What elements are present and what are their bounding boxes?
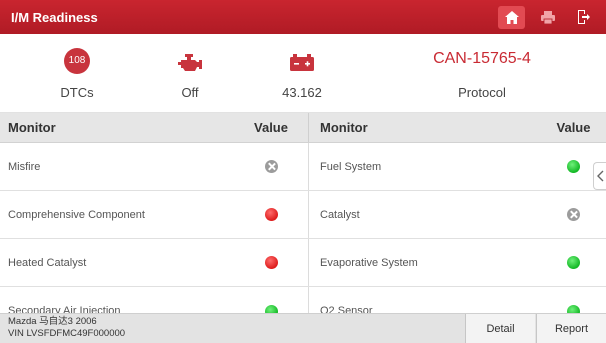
mil-status: Off bbox=[181, 85, 199, 100]
dtc-count-badge: 108 bbox=[64, 48, 90, 74]
summary-panel: 108 DTCs Off 43.162 CAN-15765-4 Protocol bbox=[0, 34, 606, 113]
readiness-table: Monitor Value Monitor Value Misfire Fuel… bbox=[0, 113, 606, 335]
header-value-left: Value bbox=[234, 113, 309, 142]
vehicle-vin: VIN LVSFDFMC49F000000 bbox=[8, 328, 126, 339]
protocol-value: CAN-15765-4 bbox=[433, 50, 531, 67]
page-title: I/M Readiness bbox=[11, 9, 98, 25]
incomplete-status-icon bbox=[264, 256, 278, 269]
vehicle-model: Mazda 马自达3 2006 bbox=[8, 316, 97, 327]
voltage-summary: 43.162 bbox=[262, 34, 342, 113]
battery-voltage: 43.162 bbox=[282, 85, 322, 100]
home-icon bbox=[504, 10, 519, 24]
header-value-right: Value bbox=[556, 120, 591, 135]
monitor-name: Catalyst bbox=[320, 208, 360, 221]
incomplete-status-icon bbox=[264, 208, 278, 221]
chevron-left-icon bbox=[596, 170, 603, 182]
monitor-name: Evaporative System bbox=[320, 256, 418, 269]
print-button[interactable] bbox=[534, 6, 561, 29]
table-header: Monitor Value Monitor Value bbox=[0, 113, 606, 143]
monitor-name: Heated Catalyst bbox=[8, 256, 87, 269]
complete-status-icon bbox=[567, 160, 580, 173]
mil-summary: Off bbox=[155, 34, 225, 113]
engine-icon bbox=[178, 54, 202, 71]
table-row: Heated Catalyst Evaporative System bbox=[0, 239, 606, 287]
not-supported-icon bbox=[264, 160, 278, 173]
footer-bar: Mazda 马自达3 2006 VIN LVSFDFMC49F000000 De… bbox=[0, 313, 606, 343]
protocol-label: Protocol bbox=[458, 85, 506, 100]
side-panel-toggle[interactable] bbox=[593, 162, 606, 190]
vehicle-info: Mazda 马自达3 2006 VIN LVSFDFMC49F000000 bbox=[0, 314, 465, 343]
table-row: Misfire Fuel System bbox=[0, 143, 606, 191]
not-supported-icon bbox=[567, 208, 580, 221]
report-button[interactable]: Report bbox=[536, 314, 606, 343]
protocol-summary: CAN-15765-4 Protocol bbox=[412, 34, 552, 113]
monitor-name: Misfire bbox=[8, 160, 41, 173]
battery-icon bbox=[290, 54, 314, 71]
table-row: Comprehensive Component Catalyst bbox=[0, 191, 606, 239]
detail-button[interactable]: Detail bbox=[465, 314, 535, 343]
dtc-label: DTCs bbox=[60, 85, 94, 100]
header-monitor-left: Monitor bbox=[8, 120, 56, 135]
home-button[interactable] bbox=[498, 5, 525, 29]
title-bar: I/M Readiness bbox=[0, 0, 606, 34]
exit-button[interactable] bbox=[570, 6, 597, 29]
dtc-summary: 108 DTCs bbox=[37, 34, 117, 113]
exit-icon bbox=[578, 10, 590, 24]
monitor-name: Comprehensive Component bbox=[8, 208, 145, 221]
complete-status-icon bbox=[567, 256, 580, 269]
header-monitor-right: Monitor bbox=[320, 120, 368, 135]
print-icon bbox=[540, 10, 555, 24]
monitor-name: Fuel System bbox=[320, 160, 382, 173]
